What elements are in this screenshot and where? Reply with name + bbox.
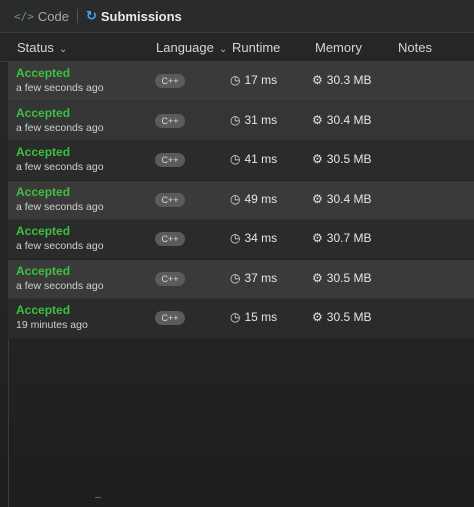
memory-text: 30.4 MB [326, 191, 372, 206]
memory-text: 30.7 MB [326, 231, 372, 245]
language-badge: C++ [155, 271, 185, 286]
memory-text: 30.5 MB [326, 310, 372, 324]
tab-bar: </> Code ↻ Submissions [0, 0, 474, 33]
table-row[interactable]: Accepted a few seconds ago C++ ◷ 49 ms ⚙ 3… [8, 180, 474, 220]
table-row[interactable]: Accepted a few seconds ago C++ ◷ 31 ms ⚙ 3… [8, 101, 474, 141]
history-icon: ↻ [85, 8, 97, 23]
runtime-value[interactable]: ◷ 49 ms [230, 192, 277, 206]
memory-value[interactable]: ⚙ 30.3 MB [312, 73, 371, 87]
runtime-column-header: Runtime [232, 40, 281, 55]
tab-submissions[interactable]: ↻ Submissions [86, 8, 182, 24]
chip-icon: ⚙ [312, 270, 323, 285]
submission-time: a few seconds ago [16, 240, 104, 252]
memory-text: 30.5 MB [326, 270, 372, 285]
status-column-header[interactable]: Status ⌄ [17, 40, 67, 55]
status-accepted[interactable]: Accepted [16, 106, 70, 120]
status-accepted[interactable]: Accepted [16, 224, 70, 238]
clock-icon: ◷ [230, 270, 241, 285]
tab-code[interactable]: </> Code [14, 9, 69, 24]
memory-text: 30.4 MB [326, 112, 372, 127]
language-badge: C++ [155, 113, 185, 128]
language-badge: C++ [155, 192, 185, 207]
clock-icon: ◷ [230, 231, 241, 245]
chip-icon: ⚙ [312, 112, 323, 127]
code-icon: </> [14, 9, 34, 23]
runtime-value[interactable]: ◷ 31 ms [230, 113, 277, 127]
status-header-label: Status [17, 40, 54, 55]
tab-separator [76, 9, 78, 23]
table-header: Status ⌄ Language ⌄ Runtime Memory Notes [0, 34, 474, 62]
table-row[interactable]: Accepted a few seconds ago C++ ◷ 34 ms ⚙ 3… [8, 220, 474, 260]
status-accepted[interactable]: Accepted [16, 303, 70, 317]
runtime-value[interactable]: ◷ 15 ms [230, 310, 277, 324]
memory-value[interactable]: ⚙ 30.5 MB [312, 310, 371, 324]
clock-icon: ◷ [230, 112, 241, 127]
status-accepted[interactable]: Accepted [16, 145, 70, 159]
submission-time: a few seconds ago [16, 121, 104, 134]
chip-icon: ⚙ [312, 310, 323, 324]
submission-time: a few seconds ago [16, 279, 104, 292]
memory-value[interactable]: ⚙ 30.7 MB [312, 231, 371, 245]
runtime-text: 49 ms [244, 191, 278, 206]
runtime-text: 17 ms [244, 73, 278, 87]
status-accepted[interactable]: Accepted [16, 264, 70, 278]
memory-value[interactable]: ⚙ 30.4 MB [312, 192, 371, 206]
screen-artifact [95, 497, 101, 498]
chip-icon: ⚙ [312, 191, 323, 206]
tab-code-label: Code [37, 8, 69, 24]
status-accepted[interactable]: Accepted [16, 66, 70, 80]
runtime-text: 37 ms [244, 270, 278, 285]
memory-text: 30.5 MB [326, 152, 372, 166]
clock-icon: ◷ [230, 310, 241, 324]
submission-time: 19 minutes ago [16, 319, 88, 331]
language-badge: C++ [155, 74, 185, 88]
table-row[interactable]: Accepted a few seconds ago C++ ◷ 41 ms ⚙ 3… [8, 141, 474, 181]
notes-column-header: Notes [398, 40, 432, 55]
memory-value[interactable]: ⚙ 30.5 MB [312, 271, 371, 285]
memory-value[interactable]: ⚙ 30.4 MB [312, 113, 371, 127]
chevron-down-icon: ⌄ [218, 44, 228, 55]
submissions-panel: </> Code ↻ Submissions Status ⌄ Language ⌄… [0, 0, 474, 507]
chip-icon: ⚙ [312, 231, 323, 245]
table-row[interactable]: Accepted 19 minutes ago C++ ◷ 15 ms ⚙ 30.5… [8, 299, 474, 339]
runtime-text: 34 ms [244, 231, 278, 245]
table-row[interactable]: Accepted a few seconds ago C++ ◷ 37 ms ⚙ 3… [8, 259, 474, 299]
submissions-list: Accepted a few seconds ago C++ ◷ 17 ms ⚙ 3… [8, 62, 474, 339]
runtime-text: 31 ms [244, 112, 278, 127]
clock-icon: ◷ [230, 152, 241, 166]
runtime-value[interactable]: ◷ 37 ms [230, 271, 277, 285]
chip-icon: ⚙ [312, 152, 323, 166]
runtime-text: 15 ms [244, 310, 278, 324]
submission-time: a few seconds ago [16, 200, 104, 213]
chevron-down-icon: ⌄ [58, 44, 68, 55]
runtime-text: 41 ms [244, 152, 278, 166]
clock-icon: ◷ [230, 191, 241, 206]
language-badge: C++ [155, 232, 185, 246]
language-badge: C++ [155, 153, 185, 167]
submission-time: a few seconds ago [16, 161, 104, 173]
runtime-value[interactable]: ◷ 17 ms [230, 73, 277, 87]
tab-submissions-label: Submissions [100, 8, 182, 24]
language-column-header[interactable]: Language ⌄ [156, 40, 227, 55]
language-header-label: Language [156, 40, 214, 55]
chip-icon: ⚙ [312, 73, 323, 87]
language-badge: C++ [155, 311, 185, 325]
status-accepted[interactable]: Accepted [16, 185, 70, 199]
table-row[interactable]: Accepted a few seconds ago C++ ◷ 17 ms ⚙ 3… [8, 62, 474, 102]
submission-time: a few seconds ago [16, 82, 104, 94]
runtime-value[interactable]: ◷ 41 ms [230, 152, 277, 166]
memory-text: 30.3 MB [326, 73, 372, 87]
clock-icon: ◷ [230, 73, 241, 87]
memory-column-header: Memory [315, 40, 362, 55]
memory-value[interactable]: ⚙ 30.5 MB [312, 152, 371, 166]
runtime-value[interactable]: ◷ 34 ms [230, 231, 277, 245]
